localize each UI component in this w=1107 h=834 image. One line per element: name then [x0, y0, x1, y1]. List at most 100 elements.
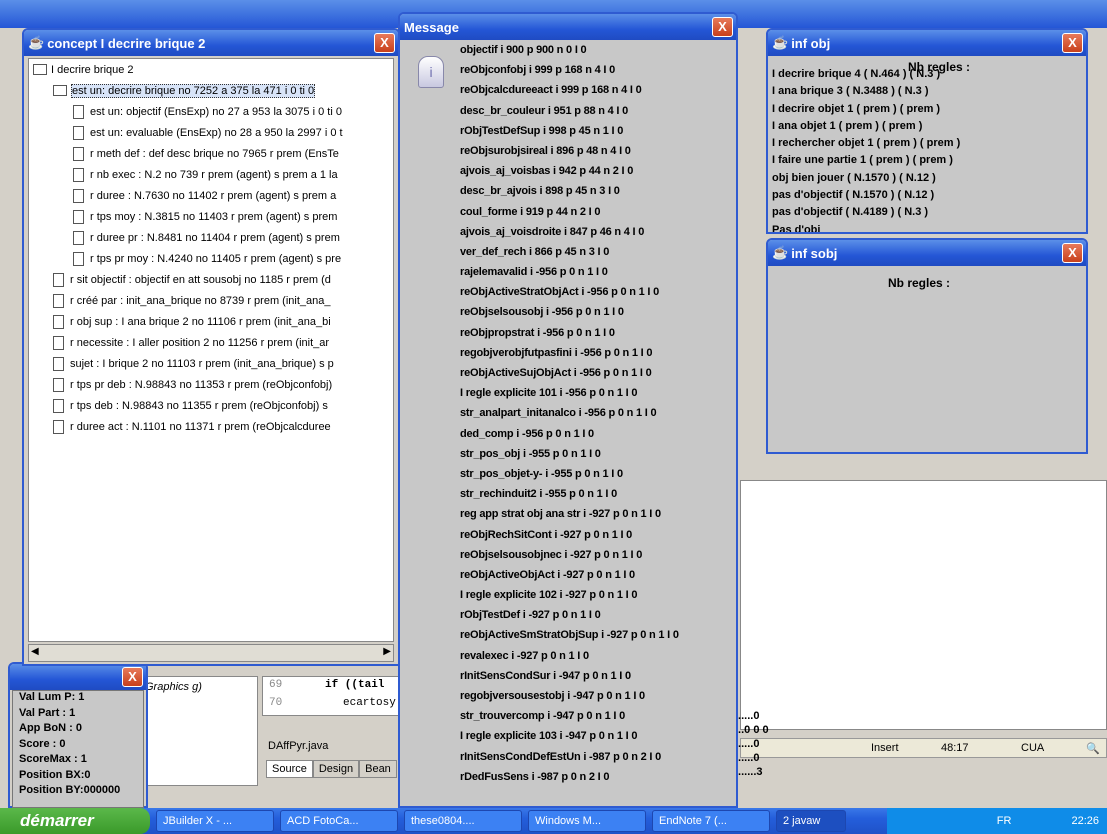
message-line: reObjActiveSmStratObjSup i -927 p 0 n 1 … — [460, 629, 679, 642]
score-line: Score : 0 — [19, 737, 66, 750]
tab-bean[interactable]: Bean — [359, 760, 397, 778]
message-line: rObjTestDefSup i 998 p 45 n 1 I 0 — [460, 124, 624, 137]
document-icon — [73, 251, 84, 266]
inf-obj-titlebar[interactable]: ☕ inf obj X — [768, 30, 1086, 56]
clock: 22:26 — [1071, 815, 1099, 827]
close-icon[interactable]: X — [712, 17, 733, 37]
tree-node[interactable]: r duree : N.7630 no 11402 r prem (agent)… — [29, 185, 393, 206]
message-line: reObjselsousobj i -956 p 0 n 1 I 0 — [460, 306, 624, 319]
message-line: desc_br_ajvois i 898 p 45 n 3 I 0 — [460, 185, 620, 198]
document-icon — [73, 104, 84, 119]
message-line: str_analpart_initanalco i -956 p 0 n 1 I… — [460, 407, 657, 420]
document-icon — [73, 230, 84, 245]
tree-node[interactable]: r obj sup : I ana brique 2 no 11106 r pr… — [29, 311, 393, 332]
tab-source[interactable]: Source — [266, 760, 313, 778]
tree-node[interactable]: r necessite : I aller position 2 no 1125… — [29, 332, 393, 353]
tree-node[interactable]: r tps deb : N.98843 no 11355 r prem (reO… — [29, 395, 393, 416]
tree-node[interactable]: est un: evaluable (EnsExp) no 28 a 950 l… — [29, 122, 393, 143]
window-title: Message — [404, 19, 459, 35]
score-line: Position BY:000000 — [19, 784, 121, 796]
java-icon: ☕ — [772, 245, 789, 260]
code-editor[interactable]: 69 if ((tail 70 ecartosy — [262, 676, 402, 716]
start-button[interactable]: démarrer — [0, 808, 150, 834]
score-titlebar[interactable]: X — [10, 664, 146, 690]
score-panel: Val Lum P: 1 Val Part : 1 App BoN : 0 Sc… — [12, 690, 144, 808]
tree-node[interactable]: est un: decrire brique no 7252 a 375 la … — [29, 80, 393, 101]
rule-line: I decrire brique 4 ( N.464 ) ( N.3 ) — [772, 68, 941, 80]
score-line: App BoN : 0 — [19, 722, 82, 734]
tree-node[interactable]: r nb exec : N.2 no 739 r prem (agent) s … — [29, 164, 393, 185]
tree-node[interactable]: I decrire brique 2 — [29, 59, 393, 80]
tree-node[interactable]: sujet : I brique 2 no 11103 r prem (init… — [29, 353, 393, 374]
tree-node-label: r necessite : I aller position 2 no 1125… — [70, 336, 330, 349]
tree-node-label: r duree pr : N.8481 no 11404 r prem (age… — [90, 231, 340, 244]
document-icon — [53, 335, 64, 350]
tree-node[interactable]: r duree act : N.1101 no 11371 r prem (re… — [29, 416, 393, 437]
document-icon — [53, 272, 64, 287]
structure-pane: Graphics g) — [140, 676, 258, 786]
message-line: desc_br_couleur i 951 p 88 n 4 I 0 — [460, 104, 629, 117]
scroll-left-icon[interactable]: ◀ — [31, 646, 39, 657]
document-icon — [73, 146, 84, 161]
document-icon — [73, 188, 84, 203]
close-icon[interactable]: X — [1062, 33, 1083, 53]
task-endnote[interactable]: EndNote 7 (... — [652, 810, 770, 832]
message-line: str_pos_obj i -955 p 0 n 1 I 0 — [460, 447, 601, 460]
message-line: I regle explicite 101 i -956 p 0 n 1 I 0 — [460, 387, 638, 400]
score-line: Val Lum P: 1 — [19, 691, 85, 703]
tree-node[interactable]: r tps pr moy : N.4240 no 11405 r prem (a… — [29, 248, 393, 269]
close-icon[interactable]: X — [374, 33, 395, 53]
message-line: reObjconfobj i 999 p 168 n 4 I 0 — [460, 64, 615, 77]
message-line: rajelemavalid i -956 p 0 n 1 I 0 — [460, 266, 608, 279]
message-titlebar[interactable]: Message X — [400, 14, 736, 40]
task-media[interactable]: Windows M... — [528, 810, 646, 832]
tree-node[interactable]: r tps pr deb : N.98843 no 11353 r prem (… — [29, 374, 393, 395]
inf-sobj-titlebar[interactable]: ☕ inf sobj X — [768, 240, 1086, 266]
tree-node-label: I decrire brique 2 — [51, 63, 134, 76]
message-line: rObjTestDef i -927 p 0 n 1 I 0 — [460, 609, 601, 622]
task-acdsee[interactable]: ACD FotoCa... — [280, 810, 398, 832]
tree-node[interactable]: r duree pr : N.8481 no 11404 r prem (age… — [29, 227, 393, 248]
taskbar: démarrer JBuilder X - ... ACD FotoCa... … — [0, 808, 1107, 834]
message-line: I regle explicite 103 i -947 p 0 n 1 I 0 — [460, 730, 638, 743]
task-jbuilder[interactable]: JBuilder X - ... — [156, 810, 274, 832]
inf-sobj-window: ☕ inf sobj X Nb regles : — [766, 238, 1088, 454]
message-line: regobjversousestobj i -947 p 0 n 1 I 0 — [460, 690, 645, 702]
rule-line: I ana brique 3 ( N.3488 ) ( N.3 ) — [772, 85, 929, 98]
scroll-right-icon[interactable]: ▶ — [383, 646, 391, 657]
inf-obj-list: I decrire brique 4 ( N.464 ) ( N.3 ) I an… — [772, 68, 960, 232]
java-icon: ☕ — [772, 35, 789, 50]
tree-node-label: r tps deb : N.98843 no 11355 r prem (reO… — [70, 399, 328, 412]
tab-design[interactable]: Design — [312, 760, 360, 778]
message-line: str_trouvercomp i -947 p 0 n 1 I 0 — [460, 710, 625, 723]
document-icon — [53, 377, 64, 392]
tree-node[interactable]: est un: objectif (EnsExp) no 27 a 953 la… — [29, 101, 393, 122]
status-mode[interactable]: CUA — [1021, 742, 1044, 754]
document-icon — [73, 167, 84, 182]
message-window: Message X i objectif i 900 p 900 n 0 I 0… — [398, 12, 738, 808]
concept-tree[interactable]: I decrire brique 2 est un: decrire brique… — [28, 58, 394, 642]
concept-titlebar[interactable]: ☕ concept I decrire brique 2 X — [24, 30, 398, 56]
message-line: coul_forme i 919 p 44 n 2 I 0 — [460, 205, 601, 218]
message-line: regobjverobjfutpasfini i -956 p 0 n 1 I … — [460, 346, 653, 359]
info-icon: i — [418, 56, 444, 88]
search-icon[interactable]: 🔍 — [1086, 742, 1100, 755]
language-indicator[interactable]: FR — [997, 815, 1012, 827]
task-javaw[interactable]: 2 javaw — [776, 810, 846, 832]
tree-node-label: r créé par : init_ana_brique no 8739 r p… — [70, 294, 331, 307]
tree-node[interactable]: r tps moy : N.3815 no 11403 r prem (agen… — [29, 206, 393, 227]
close-icon[interactable]: X — [122, 667, 143, 687]
message-line: reObjselsousobjnec i -927 p 0 n 1 I 0 — [460, 548, 643, 561]
message-line: reObjRechSitCont i -927 p 0 n 1 I 0 — [460, 528, 633, 541]
message-line: ajvois_aj_voisdroite i 847 p 46 n 4 I 0 — [460, 225, 645, 238]
tree-node[interactable]: r créé par : init_ana_brique no 8739 r p… — [29, 290, 393, 311]
message-line: rInitSensCondSur i -947 p 0 n 1 I 0 — [460, 669, 631, 682]
close-icon[interactable]: X — [1062, 243, 1083, 263]
horizontal-scrollbar[interactable]: ◀ ▶ — [28, 644, 394, 662]
task-word[interactable]: these0804.... — [404, 810, 522, 832]
nb-regles-header: Nb regles : — [888, 276, 951, 290]
tree-node[interactable]: r sit objectif : objectif en att sousobj… — [29, 269, 393, 290]
tree-node-label: r duree : N.7630 no 11402 r prem (agent)… — [90, 189, 337, 202]
tree-node[interactable]: r meth def : def desc brique no 7965 r p… — [29, 143, 393, 164]
tree-node-label: r nb exec : N.2 no 739 r prem (agent) s … — [90, 168, 338, 181]
